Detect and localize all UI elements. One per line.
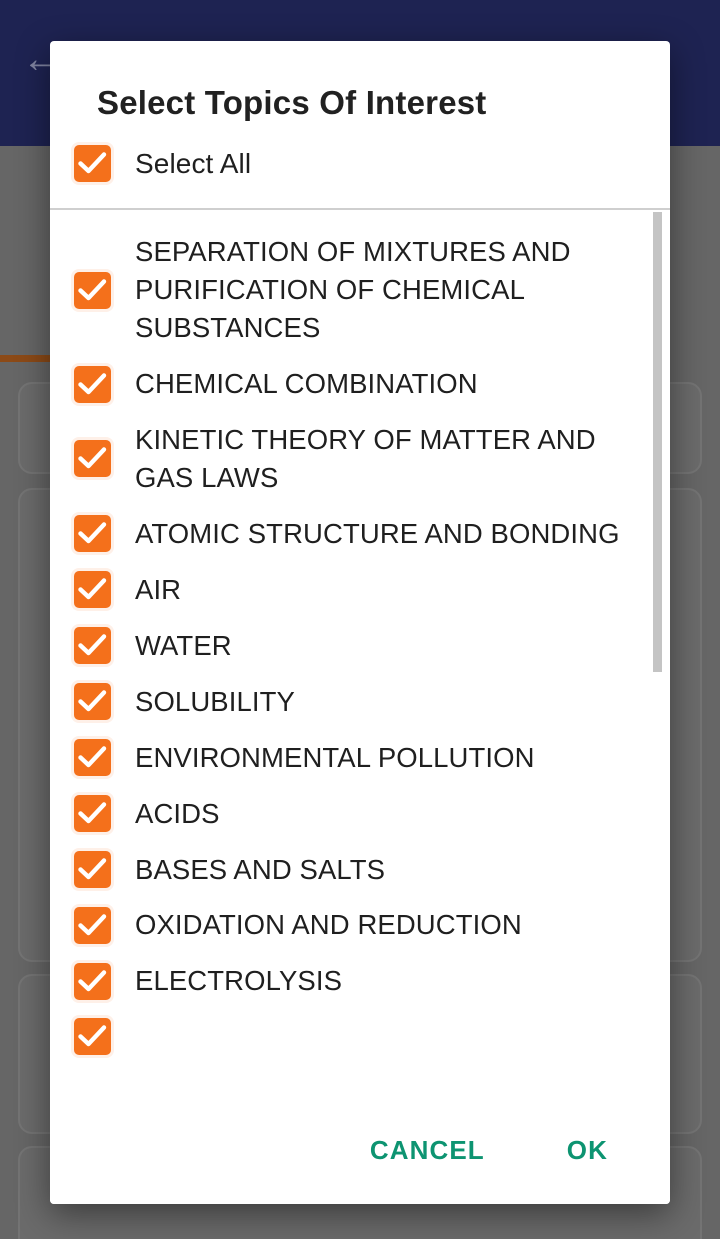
scrollbar-thumb[interactable] xyxy=(653,212,662,673)
checkbox-checked-icon[interactable] xyxy=(74,271,111,309)
checkbox-checked-icon[interactable] xyxy=(74,795,111,833)
select-topics-dialog: Select Topics Of Interest Select All SEP… xyxy=(50,41,670,1204)
select-all-label: Select All xyxy=(135,147,252,179)
checkbox-checked-icon[interactable] xyxy=(74,627,111,665)
topic-label: SOLUBILITY xyxy=(135,685,295,717)
topic-label: SEPARATION OF MIXTURES AND PURIFICATION … xyxy=(135,236,571,344)
checkbox-checked-icon[interactable] xyxy=(74,365,111,403)
topic-row[interactable]: WATER xyxy=(50,618,670,674)
topic-label: KINETIC THEORY OF MATTER AND GAS LAWS xyxy=(135,424,596,493)
topic-row[interactable]: ENVIRONMENTAL POLLUTION xyxy=(50,730,670,786)
topic-row[interactable]: KINETIC THEORY OF MATTER AND GAS LAWS xyxy=(50,412,670,506)
topic-label: ACIDS xyxy=(135,797,220,829)
checkbox-checked-icon[interactable] xyxy=(74,683,111,721)
topic-row[interactable]: OXIDATION AND REDUCTION xyxy=(50,897,670,953)
checkbox-checked-icon[interactable] xyxy=(74,739,111,777)
topic-row[interactable]: SEPARATION OF MIXTURES AND PURIFICATION … xyxy=(50,224,670,356)
topic-row[interactable]: CHEMICAL COMBINATION xyxy=(50,356,670,412)
checkbox-checked-icon[interactable] xyxy=(74,515,111,553)
topic-label: ENVIRONMENTAL POLLUTION xyxy=(135,741,535,773)
checkbox-checked-icon[interactable] xyxy=(74,906,111,944)
topic-label: WATER xyxy=(135,629,232,661)
topic-label: BASES AND SALTS xyxy=(135,853,386,885)
topic-row[interactable]: ELECTROLYSIS xyxy=(50,953,670,1009)
cancel-button[interactable]: CANCEL xyxy=(348,1121,507,1180)
topic-label: CHEMICAL COMBINATION xyxy=(135,368,478,400)
topic-row[interactable]: ATOMIC STRUCTURE AND BONDING xyxy=(50,506,670,562)
topic-label: OXIDATION AND REDUCTION xyxy=(135,909,522,941)
dialog-action-bar: CANCEL OK xyxy=(50,1096,670,1204)
topic-row[interactable] xyxy=(50,1009,670,1064)
checkbox-checked-icon[interactable] xyxy=(74,145,111,183)
topic-label: ELECTROLYSIS xyxy=(135,965,343,997)
checkbox-checked-icon[interactable] xyxy=(74,962,111,1000)
dialog-title: Select Topics Of Interest xyxy=(97,84,487,121)
topics-list: SEPARATION OF MIXTURES AND PURIFICATION … xyxy=(50,210,670,1064)
topics-scroll-area[interactable]: SEPARATION OF MIXTURES AND PURIFICATION … xyxy=(50,210,670,1096)
checkbox-checked-icon[interactable] xyxy=(74,851,111,889)
checkbox-checked-icon[interactable] xyxy=(74,440,111,478)
topic-row[interactable]: AIR xyxy=(50,562,670,618)
topic-row[interactable]: ACIDS xyxy=(50,786,670,842)
topic-row[interactable]: BASES AND SALTS xyxy=(50,842,670,898)
select-all-row[interactable]: Select All xyxy=(50,121,670,211)
checkbox-checked-icon[interactable] xyxy=(74,1018,111,1056)
topic-label: ATOMIC STRUCTURE AND BONDING xyxy=(135,517,620,549)
topic-label: AIR xyxy=(135,573,182,605)
topic-row[interactable]: SOLUBILITY xyxy=(50,674,670,730)
scrollbar-track[interactable] xyxy=(653,210,666,1096)
checkbox-checked-icon[interactable] xyxy=(74,571,111,609)
ok-button[interactable]: OK xyxy=(545,1121,630,1180)
phone-screen: ← Select Topics Of Interest Select All S… xyxy=(0,0,720,1239)
